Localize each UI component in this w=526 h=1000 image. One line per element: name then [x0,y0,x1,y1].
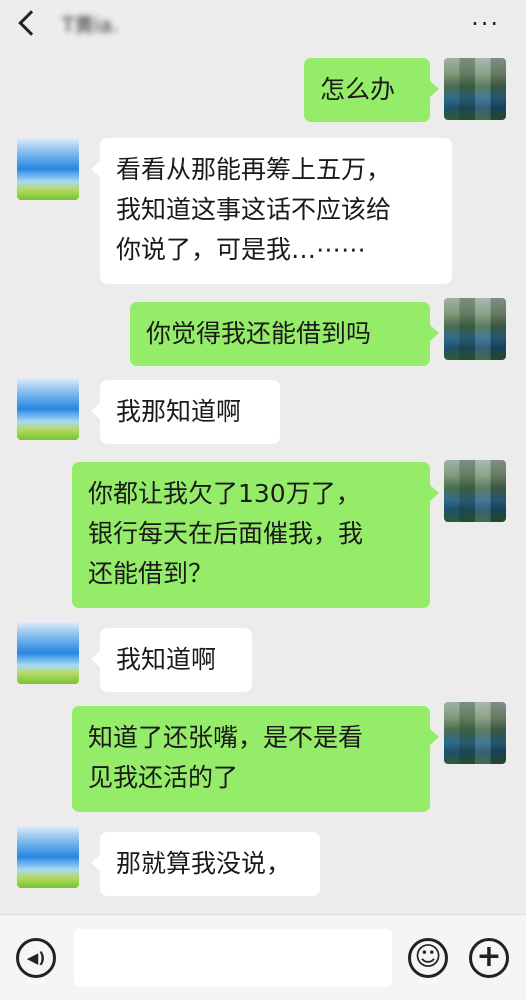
message-bubble-sent[interactable]: 知道了还张嘴，是不是看 见我还活的了 [72,706,439,812]
contact-avatar-other[interactable] [17,826,79,888]
message-bubble-received[interactable]: 我那知道啊 [91,380,280,444]
message-text: 我知道啊 [116,645,217,674]
contact-avatar-self[interactable] [444,58,506,120]
message-bubble-sent[interactable]: 怎么办 [304,58,439,122]
emoji-icon[interactable]: ☺ [408,938,448,978]
message-bubble-sent[interactable]: 你都让我欠了130万了， 银行每天在后面催我，我 还能借到？ [72,462,439,608]
message-text-line: 还能借到？ [88,559,214,588]
message-bubble-received[interactable]: 那就算我没说， [91,832,320,896]
message-text-line: 知道了还张嘴，是不是看 [88,723,364,752]
message-text-line: 银行每天在后面催我，我 [88,519,364,548]
contact-avatar-self[interactable] [444,460,506,522]
message-text-line: 你说了，可是我…⋯⋯ [116,235,367,264]
voice-icon[interactable]: ◀) [16,938,56,978]
message-text-line: 你都让我欠了130万了， [88,479,361,508]
message-input[interactable] [74,929,392,987]
chat-title: T黄ia. [62,13,119,37]
message-text-line: 看看从那能再筹上五万， [116,155,392,184]
contact-avatar-other[interactable] [17,138,79,200]
message-bubble-sent[interactable]: 你觉得我还能借到吗 [130,302,439,366]
input-bar: ◀) ☺ + [0,914,526,1000]
contact-avatar-self[interactable] [444,702,506,764]
more-icon[interactable]: ··· [471,12,500,36]
message-text: 那就算我没说， [116,849,292,878]
message-text-line: 见我还活的了 [88,763,239,792]
message-text: 怎么办 [320,75,396,104]
message-text-line: 我知道这事这话不应该给 [116,195,392,224]
contact-avatar-self[interactable] [444,298,506,360]
plus-icon[interactable]: + [469,938,509,978]
back-chevron-icon[interactable] [18,10,44,36]
contact-avatar-other[interactable] [17,622,79,684]
message-text: 你觉得我还能借到吗 [146,319,372,348]
contact-avatar-other[interactable] [17,378,79,440]
message-text: 我那知道啊 [116,397,242,426]
message-bubble-received[interactable]: 看看从那能再筹上五万， 我知道这事这话不应该给 你说了，可是我…⋯⋯ [91,138,452,284]
message-bubble-received[interactable]: 我知道啊 [91,628,252,692]
chat-header: T黄ia. ··· [0,0,526,48]
